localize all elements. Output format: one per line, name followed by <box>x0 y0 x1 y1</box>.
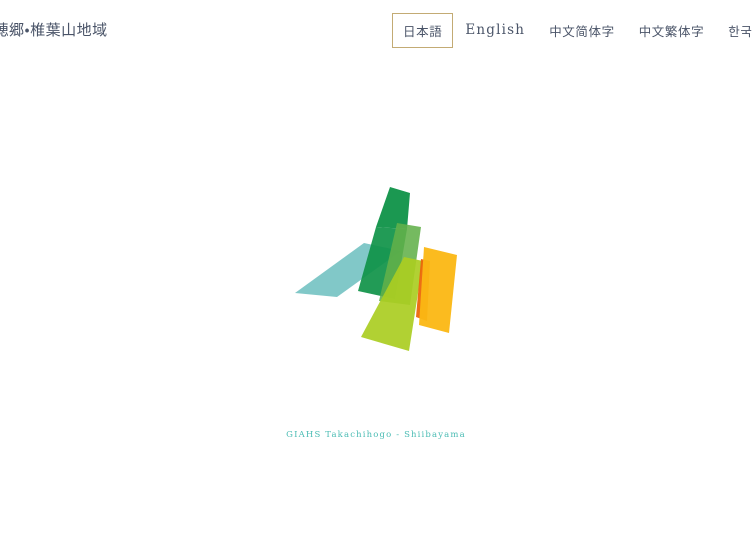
giahs-logo-svg <box>295 187 457 351</box>
lang-chinese-simplified[interactable]: 中文简体字 <box>537 14 627 47</box>
lang-chinese-traditional[interactable]: 中文繁体字 <box>627 14 717 47</box>
lang-english[interactable]: English <box>453 15 537 45</box>
logo-caption: GIAHS Takachihogo - Shiibayama <box>286 430 466 440</box>
giahs-logo-icon <box>291 185 471 357</box>
lang-japanese[interactable]: 日本語 <box>392 12 454 48</box>
logo-blade-dark-green <box>376 187 410 229</box>
language-nav: 日本語 English 中文简体字 中文繁体字 한국어( <box>392 12 752 48</box>
lang-korean[interactable]: 한국어( <box>716 14 752 47</box>
logo-blade-amber <box>419 247 457 333</box>
page-title: 千穂郷・椎葉山地域 <box>0 21 108 39</box>
logo-blades <box>295 187 457 351</box>
main-content: GIAHS Takachihogo - Shiibayama <box>0 60 752 540</box>
site-header: 千穂郷・椎葉山地域 日本語 English 中文简体字 中文繁体字 한국어( <box>0 0 752 60</box>
